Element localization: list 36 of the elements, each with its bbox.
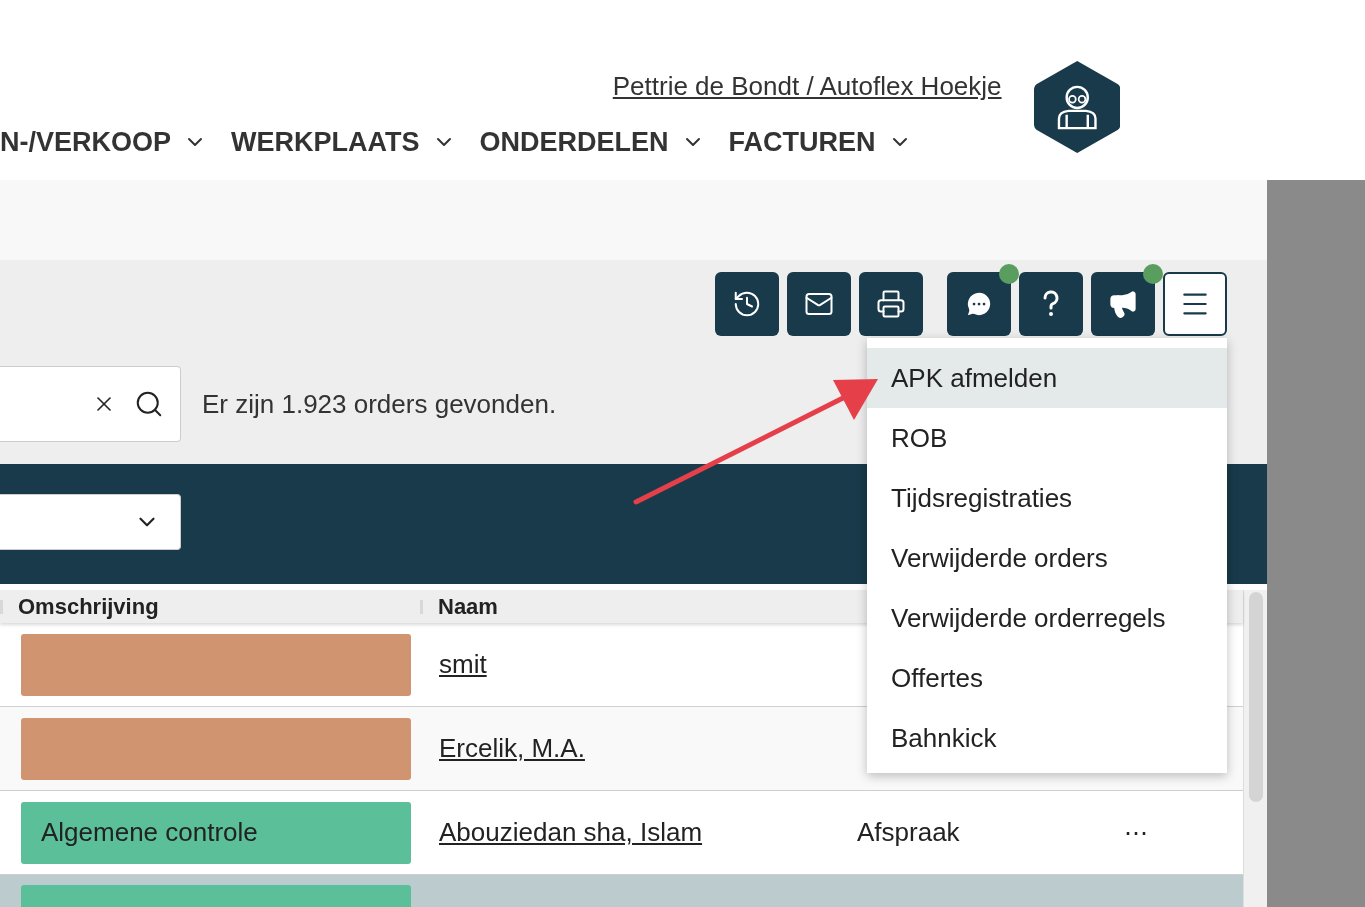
mail-button[interactable]: [787, 272, 851, 336]
announce-button[interactable]: [1091, 272, 1155, 336]
description-text: Algemene controle: [41, 816, 258, 849]
chat-icon: [964, 289, 994, 319]
customer-link[interactable]: smit: [439, 649, 487, 679]
column-header[interactable]: Omschrijving: [18, 590, 159, 623]
print-button[interactable]: [859, 272, 923, 336]
more-button[interactable]: ⋯: [1124, 814, 1148, 851]
nav-menu[interactable]: N-/VERKOOP: [0, 126, 208, 158]
menu-item[interactable]: ROB: [867, 408, 1227, 468]
menu-item[interactable]: Offertes: [867, 648, 1227, 708]
user-link[interactable]: Pettrie de Bondt / Autoflex Hoekje: [612, 70, 1002, 102]
search-field[interactable]: [0, 366, 181, 442]
scrollbar[interactable]: [1248, 592, 1263, 802]
menu-button[interactable]: [1163, 272, 1227, 336]
printer-icon: [876, 289, 906, 319]
menu-item[interactable]: Tijdsregistraties: [867, 468, 1227, 528]
history-button[interactable]: [715, 272, 779, 336]
search-icon: [134, 389, 164, 419]
menu-item[interactable]: Verwijderde orders: [867, 528, 1227, 588]
customer-link[interactable]: Abouziedan sha, Islam: [439, 817, 703, 847]
menu-item[interactable]: Verwijderde orderregels: [867, 588, 1227, 648]
nav-menu[interactable]: WERKPLAATS: [231, 126, 456, 158]
table-cell: Afspraak: [857, 817, 960, 847]
help-button[interactable]: [1019, 272, 1083, 336]
menu-item[interactable]: Bahnkick: [867, 708, 1227, 768]
chat-button[interactable]: [947, 272, 1011, 336]
column-header[interactable]: Naam: [438, 590, 498, 623]
nav-menu[interactable]: ONDERDELEN: [479, 126, 705, 158]
megaphone-icon: [1108, 289, 1138, 319]
help-icon: [1042, 290, 1060, 318]
menu-item[interactable]: APK afmelden: [867, 348, 1227, 408]
history-icon: [732, 289, 762, 319]
nav-menu[interactable]: FACTUREN: [728, 126, 912, 158]
result-count: Er zijn 1.923 orders gevonden.: [202, 387, 557, 421]
customer-link[interactable]: Ercelik, M.A.: [439, 733, 585, 763]
